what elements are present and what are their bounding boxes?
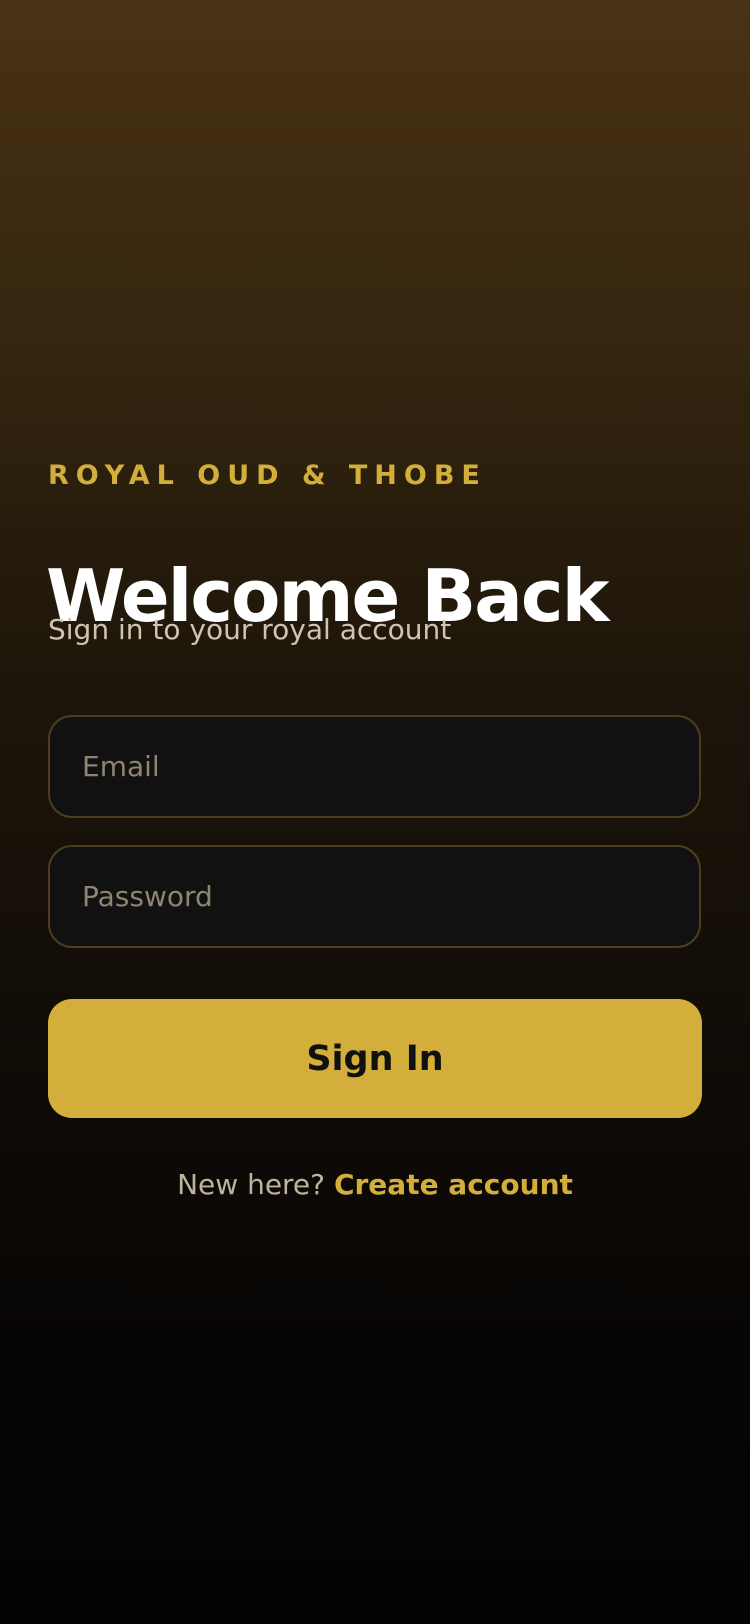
new-here-text: New here?	[177, 1168, 326, 1201]
email-field-container	[48, 715, 701, 818]
email-field[interactable]	[50, 717, 699, 816]
create-account-link[interactable]: Create account	[334, 1168, 573, 1201]
password-field-container	[48, 845, 701, 948]
login-screen: ROYAL OUD & THOBE Welcome Back Sign in t…	[0, 0, 750, 1624]
password-field[interactable]	[50, 847, 699, 946]
create-account-prompt: New here? Create account	[0, 1168, 750, 1201]
sign-in-button[interactable]: Sign In	[48, 999, 702, 1118]
page-subtitle: Sign in to your royal account	[48, 613, 452, 646]
brand-label: ROYAL OUD & THOBE	[48, 460, 487, 491]
